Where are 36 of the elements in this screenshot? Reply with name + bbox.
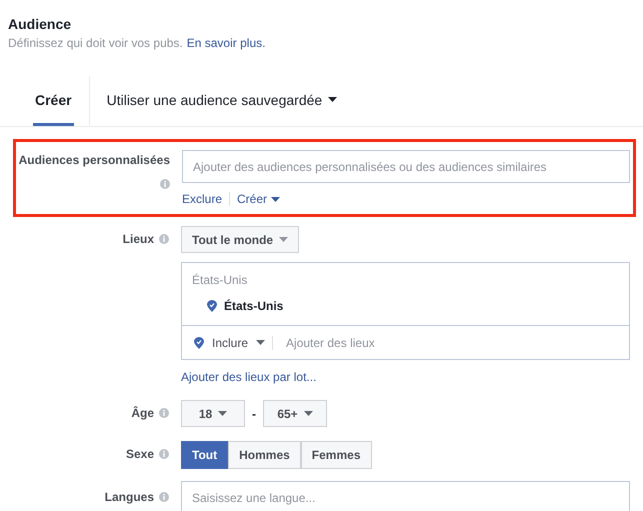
language-field[interactable]: Saisissez une langue... [181, 481, 630, 511]
gender-option[interactable]: Tout [181, 441, 228, 469]
bulk-locations-link[interactable]: Ajouter des lieux par lot... [181, 370, 316, 384]
caret-icon [218, 411, 228, 416]
info-icon[interactable] [159, 449, 169, 459]
range-separator: - [252, 406, 256, 420]
field-label: Audiences personnalisées [18, 153, 170, 167]
learn-more-link[interactable]: En savoir plus. [186, 36, 266, 50]
map-pin-icon [207, 300, 217, 312]
age-min-dropdown[interactable]: 18 [181, 400, 245, 427]
custom-audience-field[interactable]: Ajouter des audiences personnalisées ou des audiences similaires [182, 150, 630, 183]
info-icon[interactable] [160, 179, 170, 189]
location-group-heading: États-Unis [191, 272, 248, 287]
tab[interactable]: Créer [33, 76, 74, 126]
info-icon[interactable] [159, 492, 169, 502]
section-title: Audience [8, 16, 72, 32]
include-dropdown[interactable]: Inclure [204, 336, 266, 350]
gender-option[interactable]: Femmes [300, 441, 372, 469]
caret-icon [304, 411, 313, 416]
scope-dropdown[interactable]: Tout le monde [181, 226, 300, 253]
map-pin-icon [194, 336, 204, 348]
info-icon[interactable] [159, 408, 169, 418]
gender-option[interactable]: Hommes [228, 441, 301, 469]
section-subtitle: Définissez qui doit voir vos pubs. [8, 36, 183, 50]
field-label: Sexe [126, 447, 154, 461]
caret-icon [256, 340, 266, 345]
field-label: Langues [104, 490, 154, 504]
tab[interactable]: Utiliser une audience sauvegardée [104, 76, 340, 126]
field-label: Âge [131, 406, 154, 420]
caret-icon [279, 237, 288, 242]
action-link[interactable]: Créer [237, 192, 280, 206]
field-label: Lieux [122, 232, 154, 246]
info-icon[interactable] [159, 234, 169, 244]
location-item: États-Unis [224, 299, 284, 313]
age-max-dropdown[interactable]: 65+ [263, 400, 327, 427]
action-link[interactable]: Exclure [182, 192, 222, 206]
